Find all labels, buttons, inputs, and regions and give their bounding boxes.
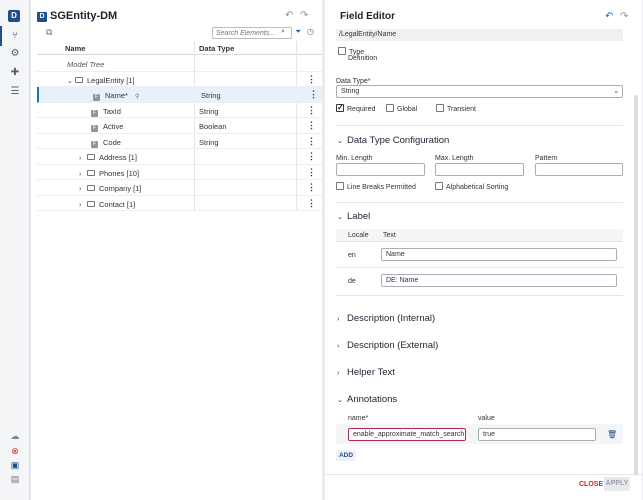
field-icon: F [91, 125, 98, 132]
transient-checkbox[interactable]: Transient [436, 104, 476, 113]
close-button[interactable]: CLOSE [579, 481, 603, 488]
chevron-down-icon: ⌄ [337, 214, 343, 221]
chevron-down-icon: ⌄ [613, 88, 619, 95]
filter-icon[interactable]: ⏷ [295, 27, 301, 37]
save-icon[interactable]: ▤ [9, 473, 21, 485]
data-type-label: Data Type* [336, 78, 371, 85]
section-annotations[interactable]: ⌄ Annotations [337, 394, 397, 405]
history-icon[interactable]: ◷ [307, 27, 314, 36]
tree-row-code[interactable]: F Code String ⋮ [37, 134, 322, 149]
path-field: /LegalEntity/Name [336, 29, 623, 41]
chevron-right-icon[interactable]: › [79, 202, 87, 209]
tree-row-active[interactable]: F Active Boolean ⋮ [37, 118, 322, 134]
required-checkbox[interactable]: Required [336, 103, 375, 113]
add-annotation-button[interactable]: ADD [336, 450, 356, 461]
tree-row-taxid[interactable]: F TaxId String ⋮ [37, 103, 322, 118]
row-menu-icon[interactable]: ⋮ [307, 105, 316, 116]
line-breaks-checkbox[interactable]: Line Breaks Permitted [336, 182, 416, 191]
row-menu-icon[interactable]: ⋮ [309, 89, 318, 100]
tree-header: Name Data Type [37, 41, 322, 55]
section-data-type-config[interactable]: ⌄ Data Type Configuration [337, 135, 449, 146]
chevron-right-icon[interactable]: › [79, 155, 87, 162]
entity-icon: D [37, 12, 47, 22]
folder-icon [87, 200, 95, 207]
delete-icon[interactable]: 🗑 [607, 430, 617, 439]
chevron-down-icon[interactable]: ⌄ [67, 77, 75, 85]
checkbox[interactable] [338, 47, 346, 55]
section-helper-text[interactable]: › Helper Text [337, 367, 395, 378]
tree-row-legalentity[interactable]: ⌄ LegalEntity [1] ⋮ [37, 72, 322, 87]
label-de-input[interactable]: DE: Name [381, 274, 617, 287]
scrollbar[interactable] [634, 95, 638, 475]
puzzle-icon[interactable]: ✚ [9, 67, 21, 79]
panel-title: D SGEntity-DM [37, 10, 117, 22]
folder-icon [87, 169, 95, 176]
pattern-input[interactable] [535, 163, 623, 176]
chevron-down-icon: ⌄ [337, 138, 343, 145]
field-icon: F [91, 140, 98, 148]
list-icon[interactable]: ☰ [9, 86, 21, 98]
section-description-external[interactable]: › Description (External) [337, 340, 438, 351]
chevron-down-icon: ⌄ [337, 397, 343, 404]
chevron-right-icon: › [337, 316, 340, 323]
section-description-internal[interactable]: › Description (Internal) [337, 313, 435, 324]
editor-title: Field Editor [340, 11, 395, 22]
row-menu-icon[interactable]: ⋮ [307, 167, 316, 178]
column-name: Name [65, 44, 86, 53]
gear-icon[interactable]: ⚙ [9, 48, 21, 60]
tree-toolbar: ⧉ ⌕ ⏷ ◷ [37, 26, 322, 40]
model-tree-panel: DSGEntity-DM ↶ ↷ ⧉ ⌕ ⏷ ◷ Name Data Type … [31, 0, 322, 500]
folder-icon [75, 76, 83, 83]
folder-icon [87, 154, 95, 160]
chevron-right-icon: › [337, 343, 340, 350]
app-logo: D [8, 10, 20, 22]
search-icon: ⌕ [281, 28, 285, 35]
copy-icon[interactable]: ⧉ [46, 27, 52, 38]
annotation-value-input[interactable]: true [478, 428, 596, 441]
row-menu-icon[interactable]: ⋮ [307, 198, 316, 209]
global-checkbox[interactable]: Global [386, 104, 417, 113]
tree-row-address[interactable]: › Address [1] ⋮ [37, 149, 322, 165]
row-menu-icon[interactable]: ⋮ [307, 74, 316, 85]
error-icon[interactable]: ⊗ [9, 445, 21, 457]
label-en-input[interactable]: Name [381, 248, 617, 261]
navigation-rail: D ⑂ ⚙ ✚ ☰ ☁ ⊗ ▣ ▤ [0, 0, 30, 500]
redo-icon[interactable]: ↷ [300, 10, 308, 21]
folder-icon [87, 185, 95, 191]
column-type: Data Type [199, 44, 235, 53]
search-input[interactable] [212, 27, 292, 39]
undo-icon[interactable]: ↶ [605, 11, 613, 22]
section-label[interactable]: ⌄ Label [337, 211, 370, 222]
field-editor-panel: Field Editor ↶ ↷ /LegalEntity/Name Type … [325, 0, 642, 500]
tree-row-phones[interactable]: › Phones [10] ⋮ [37, 165, 322, 180]
row-menu-icon[interactable]: ⋮ [307, 151, 316, 162]
redo-icon[interactable]: ↷ [620, 11, 628, 22]
key-icon: ⚲ [135, 94, 140, 100]
field-icon: F [91, 109, 98, 117]
alphabetical-sorting-checkbox[interactable]: Alphabetical Sorting [435, 182, 508, 191]
min-length-input[interactable] [336, 163, 425, 176]
cloud-upload-icon[interactable]: ☁ [9, 430, 21, 442]
chevron-right-icon[interactable]: › [79, 186, 87, 193]
row-menu-icon[interactable]: ⋮ [307, 120, 316, 131]
chevron-right-icon[interactable]: › [79, 171, 87, 178]
row-menu-icon[interactable]: ⋮ [307, 182, 316, 193]
data-type-select[interactable]: String ⌄ [336, 85, 623, 98]
apply-button[interactable]: APPLY [604, 477, 630, 491]
chevron-right-icon: › [337, 370, 340, 377]
tree-row-root[interactable]: Model Tree [37, 56, 322, 72]
save-as-icon[interactable]: ▣ [9, 459, 21, 471]
field-icon: F [93, 94, 100, 101]
max-length-input[interactable] [435, 163, 524, 176]
row-menu-icon[interactable]: ⋮ [307, 136, 316, 147]
tree-row-company[interactable]: › Company [1] ⋮ [37, 180, 322, 196]
tree-row-contact[interactable]: › Contact [1] ⋮ [37, 196, 322, 211]
tree-row-name[interactable]: F Name* ⚲ String ⋮ [37, 87, 322, 103]
label-table-header: Locale Text [336, 229, 623, 242]
annotation-name-input[interactable]: enable_approximate_match_search [348, 428, 466, 441]
tree-icon[interactable]: ⑂ [0, 26, 21, 46]
undo-icon[interactable]: ↶ [285, 10, 293, 21]
